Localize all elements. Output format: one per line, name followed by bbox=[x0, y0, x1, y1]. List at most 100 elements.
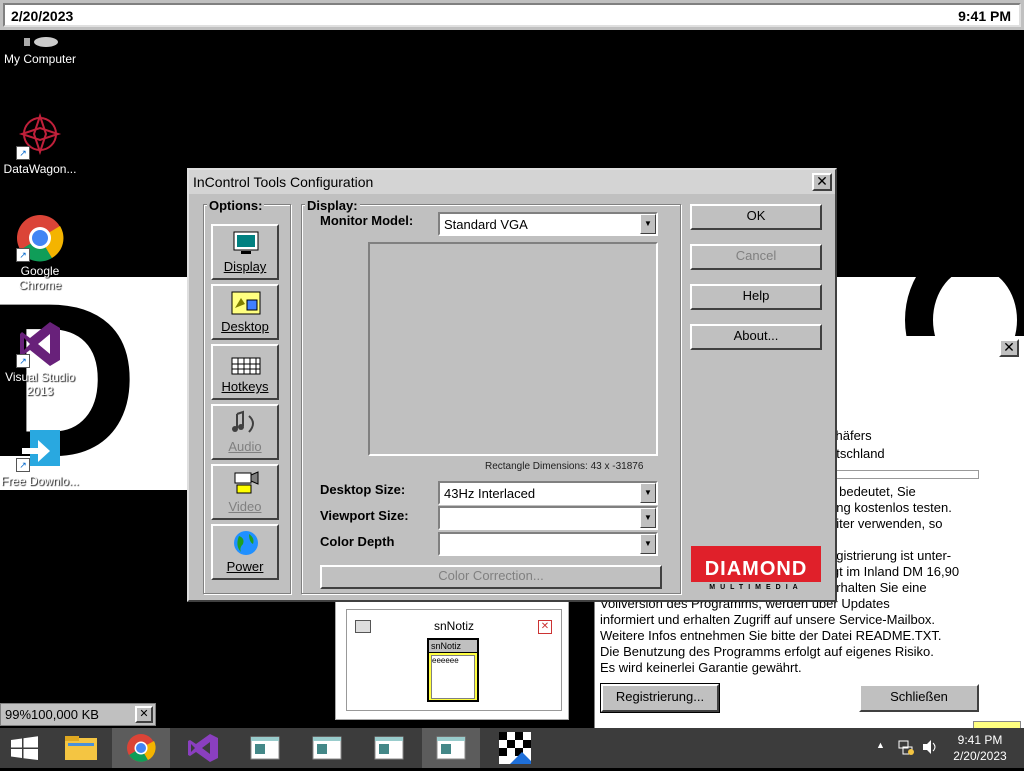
taskbar-visual-studio[interactable] bbox=[174, 728, 232, 768]
chevron-down-icon[interactable]: ▼ bbox=[640, 483, 656, 503]
text-line: chäfers bbox=[829, 428, 872, 443]
text-line: Es wird keinerlei Garantie gewährt. bbox=[600, 660, 802, 675]
text-line: Weitere Infos entnehmen Sie bitte der Da… bbox=[600, 628, 942, 643]
app-window-icon bbox=[374, 736, 404, 760]
taskbar-app-window[interactable] bbox=[236, 728, 294, 768]
app-window-icon bbox=[436, 736, 466, 760]
dialog-title: InControl Tools Configuration bbox=[193, 174, 374, 190]
visual-studio-icon: ↗ bbox=[16, 320, 64, 368]
about-button[interactable]: About... bbox=[690, 324, 822, 350]
desktop-icon-label: Visual Studio 2013 bbox=[5, 370, 75, 398]
help-button[interactable]: Help bbox=[690, 284, 822, 310]
snnotiz-title: snNotiz bbox=[433, 619, 474, 633]
display-preview-area bbox=[368, 242, 658, 456]
desktop-icon-my-computer[interactable]: My Computer bbox=[0, 36, 80, 66]
taskbar-app-window[interactable] bbox=[298, 728, 356, 768]
close-icon[interactable]: ✕ bbox=[812, 173, 832, 191]
close-icon[interactable]: ✕ bbox=[135, 706, 153, 723]
start-button[interactable] bbox=[0, 728, 48, 768]
color-correction-button[interactable]: Color Correction... bbox=[320, 565, 662, 589]
viewport-size-select[interactable]: ▼ bbox=[438, 506, 658, 530]
option-label: Hotkeys bbox=[221, 379, 269, 394]
video-camera-icon bbox=[231, 470, 261, 496]
desktop-icon-free-download[interactable]: ↗ Free Downlo... bbox=[0, 424, 80, 488]
app-window-icon bbox=[312, 736, 342, 760]
ok-button[interactable]: OK bbox=[690, 204, 822, 230]
logo-subtext: MULTIMEDIA bbox=[691, 582, 821, 594]
option-display-button[interactable]: Display bbox=[211, 224, 279, 280]
desktop-icon-visual-studio[interactable]: ↗ Visual Studio 2013 bbox=[0, 320, 80, 398]
option-label: Display bbox=[223, 259, 267, 274]
taskbar-app-checkered[interactable] bbox=[486, 728, 544, 768]
registration-text-bottom: Vollversion des Programms, werden über U… bbox=[600, 596, 942, 676]
monitor-model-select[interactable]: Standard VGA ▼ bbox=[438, 212, 658, 236]
desktop-icon-datawagon[interactable]: ↗ DataWagon... bbox=[0, 112, 80, 176]
chevron-down-icon[interactable]: ▼ bbox=[640, 508, 656, 528]
clock[interactable]: 9:41 PM 2/20/2023 bbox=[944, 732, 1016, 764]
computer-icon bbox=[16, 36, 64, 50]
download-manager-icon: ↗ bbox=[16, 424, 64, 472]
clock-date: 2/20/2023 bbox=[953, 749, 1007, 763]
close-icon[interactable]: ✕ bbox=[538, 620, 552, 634]
desktop-size-label: Desktop Size: bbox=[320, 482, 406, 497]
chevron-down-icon[interactable]: ▼ bbox=[640, 534, 656, 554]
option-power-button[interactable]: Power bbox=[211, 524, 279, 580]
topbar-time: 9:41 PM bbox=[958, 8, 1011, 24]
globe-icon bbox=[231, 530, 261, 556]
text-line: erhalten Sie eine bbox=[829, 580, 927, 595]
clock-time: 9:41 PM bbox=[957, 733, 1003, 747]
memory-status-text: 99%100,000 KB bbox=[5, 707, 99, 722]
display-label: Display: bbox=[305, 198, 360, 213]
text-line: egistrierung ist unter- bbox=[829, 548, 952, 563]
text-line: eiter verwenden, so bbox=[829, 516, 943, 531]
taskbar-app-window[interactable] bbox=[360, 728, 418, 768]
close-button[interactable]: Schließen bbox=[859, 684, 979, 712]
registration-text-mid: s bedeutet, Sie ang kostenlos testen. ei… bbox=[829, 484, 952, 532]
taskbar: ▲ 9:41 PM 2/20/2023 bbox=[0, 728, 1024, 768]
top-status-bar: 2/20/2023 9:41 PM bbox=[0, 0, 1024, 30]
topbar-date: 2/20/2023 bbox=[11, 8, 74, 24]
show-hidden-icons-icon[interactable]: ▲ bbox=[876, 740, 885, 750]
rectangle-dimensions: Rectangle Dimensions: 43 x -31876 bbox=[485, 461, 644, 472]
option-audio-button[interactable]: Audio bbox=[211, 404, 279, 460]
color-depth-select[interactable]: ▼ bbox=[438, 532, 658, 556]
cancel-button[interactable]: Cancel bbox=[690, 244, 822, 270]
option-hotkeys-button[interactable]: Hotkeys bbox=[211, 344, 279, 400]
option-desktop-button[interactable]: Desktop bbox=[211, 284, 279, 340]
audio-icon bbox=[231, 410, 261, 436]
taskbar-app-window-active[interactable] bbox=[422, 728, 480, 768]
desktop-icon-label: Google Chrome bbox=[18, 264, 62, 292]
option-label: Audio bbox=[228, 439, 262, 454]
chevron-down-icon[interactable]: ▼ bbox=[640, 214, 656, 234]
monitor-icon bbox=[231, 230, 261, 256]
monitor-model-label: Monitor Model: bbox=[320, 213, 414, 228]
desktop-icon-label: Free Downlo... bbox=[0, 474, 80, 488]
incontrol-dialog: InControl Tools Configuration ✕ Options:… bbox=[187, 168, 837, 602]
option-video-button[interactable]: Video bbox=[211, 464, 279, 520]
chrome-icon: ↗ bbox=[16, 214, 64, 262]
viewport-size-label: Viewport Size: bbox=[320, 508, 409, 523]
checkered-app-icon bbox=[499, 732, 531, 764]
network-icon[interactable] bbox=[897, 738, 915, 759]
shortcut-arrow-icon: ↗ bbox=[16, 354, 30, 368]
close-icon[interactable]: ✕ bbox=[999, 339, 1019, 357]
option-label: Desktop bbox=[221, 319, 269, 334]
register-button[interactable]: Registrierung... bbox=[600, 683, 720, 713]
text-line: utschland bbox=[829, 446, 885, 461]
sticky-note-body[interactable]: eeeeee bbox=[431, 655, 475, 699]
dialog-titlebar: InControl Tools Configuration ✕ bbox=[189, 170, 835, 194]
taskbar-file-explorer[interactable] bbox=[52, 728, 110, 768]
option-label: Video bbox=[228, 499, 262, 514]
visual-studio-icon bbox=[188, 734, 218, 762]
diamond-logo: DIAMOND MULTIMEDIA bbox=[691, 546, 821, 594]
monitor-model-value: Standard VGA bbox=[444, 217, 528, 232]
volume-icon[interactable] bbox=[921, 738, 939, 759]
sticky-note[interactable]: snNotiz eeeeee bbox=[427, 638, 479, 702]
desktop-icon-google-chrome[interactable]: ↗ Google Chrome bbox=[0, 214, 80, 292]
desktop-size-select[interactable]: 43Hz Interlaced ▼ bbox=[438, 481, 658, 505]
text-line: igt im Inland DM 16,90 bbox=[829, 564, 960, 579]
desktop-icon bbox=[231, 290, 261, 316]
desktop-size-value: 43Hz Interlaced bbox=[444, 486, 536, 501]
text-line: Die Benutzung des Programms erfolgt auf … bbox=[600, 644, 934, 659]
taskbar-chrome[interactable] bbox=[112, 728, 170, 768]
